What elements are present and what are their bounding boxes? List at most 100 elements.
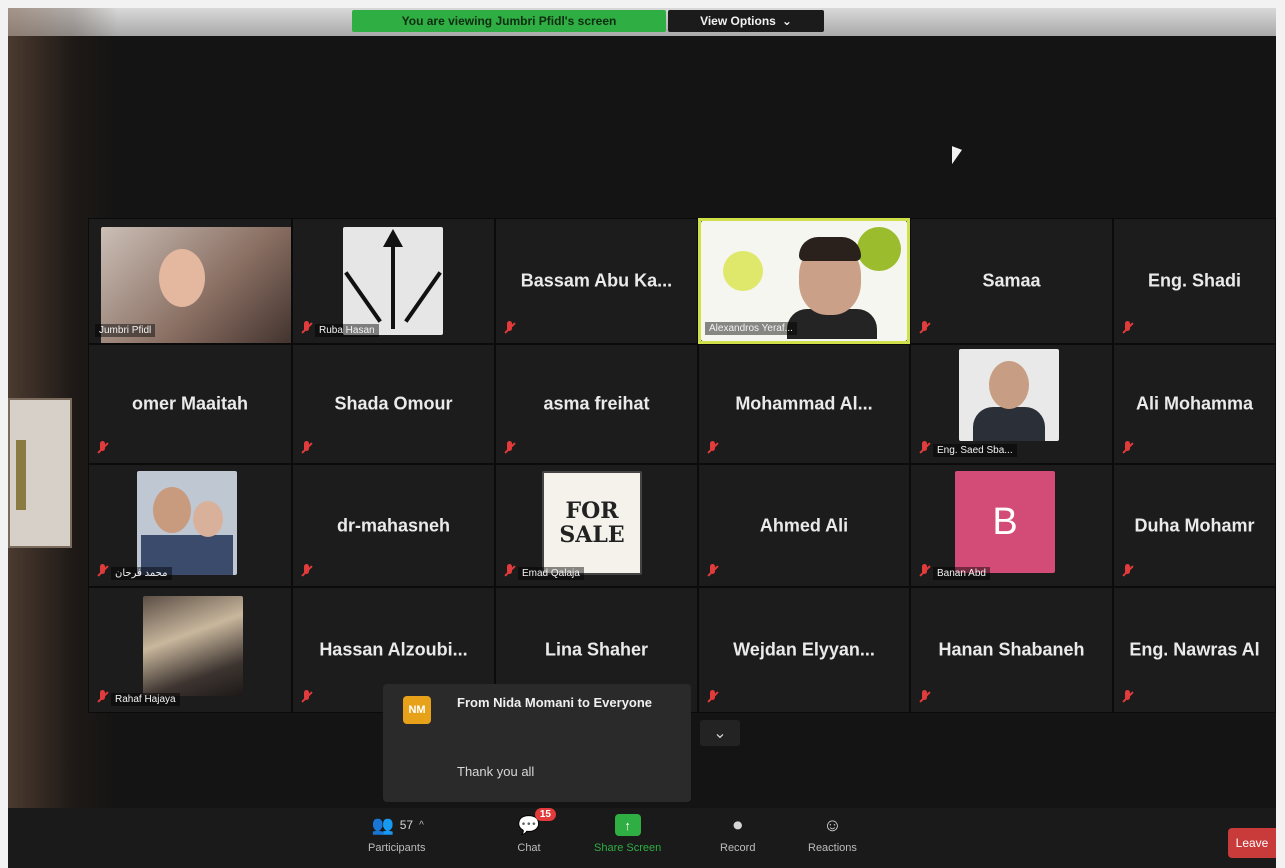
participant-name-label: Eng. Saed Sba... (933, 444, 1017, 457)
mouse-cursor-icon (952, 146, 962, 168)
participant-name: Hanan Shabaneh (938, 639, 1085, 660)
participant-name: Samaa (982, 270, 1041, 291)
participants-icon: 👥 (371, 814, 394, 835)
chat-message-text: Thank you all (457, 764, 535, 779)
participants-label: Participants (368, 842, 426, 854)
reactions-button[interactable]: ☺ Reactions (808, 814, 857, 855)
collapse-chevron-icon[interactable]: ⌄ (700, 720, 740, 746)
participant-name: Duha Mohamr (1134, 515, 1255, 535)
participant-name: Lina Shaher (544, 639, 649, 660)
participant-name-label: Alexandros Yeraf... (705, 322, 797, 335)
participant-name: omer Maaitah (131, 393, 249, 414)
chat-sender-line: From Nida Momani to Everyone (457, 695, 653, 710)
zoom-meeting-window: You are viewing Jumbri Pfidl's screen Vi… (8, 8, 1276, 868)
participant-name: asma freihat (543, 393, 650, 414)
record-label: Record (720, 842, 756, 854)
participant-tile[interactable]: Ruba Hasan (292, 218, 495, 344)
chat-bubble-icon: 💬 15 (516, 808, 556, 836)
participant-tile[interactable]: FOR SALE Emad Qalaja (495, 464, 698, 587)
participant-name-label: Jumbri Pfidl (95, 324, 156, 337)
participants-count: 57 (399, 818, 414, 832)
participant-tile[interactable]: Rahaf Hajaya (88, 587, 292, 713)
participant-profile-picture (143, 596, 243, 696)
for-sale-sign-text: FOR (565, 498, 619, 524)
shared-screen-thumbnail[interactable] (8, 398, 72, 548)
participant-name: Ali Mohamma (1135, 393, 1254, 414)
participant-tile[interactable]: Bassam Abu Ka... (495, 218, 698, 344)
share-screen-label: Share Screen (594, 842, 662, 854)
record-button[interactable]: ⏺ Record (720, 814, 756, 855)
participant-tile[interactable]: Mohammad Al... (698, 344, 910, 464)
chevron-down-icon: ⌄ (781, 14, 792, 28)
participant-name-label: Ruba Hasan (315, 324, 379, 337)
participant-name: dr-mahasneh (336, 515, 451, 535)
gallery-view-grid: Jumbri Pfidl Ruba Hasan Bassam Abu Ka...… (88, 218, 1276, 713)
chat-label: Chat (517, 842, 541, 854)
participant-name: Eng. Nawras Al (1129, 639, 1260, 660)
muted-microphone-icon (301, 321, 311, 335)
participant-avatar: B (955, 471, 1055, 573)
view-options-label: View Options (700, 14, 776, 28)
muted-microphone-icon (301, 441, 311, 455)
chat-unread-badge: 15 (534, 808, 556, 821)
share-screen-button[interactable]: ↑ Share Screen (594, 814, 661, 854)
muted-microphone-icon (919, 564, 929, 578)
muted-microphone-icon (1122, 564, 1132, 578)
avatar-initial: B (992, 500, 1018, 543)
participant-profile-picture (343, 227, 443, 335)
participants-button[interactable]: 👥 57 ^ Participants (368, 814, 426, 855)
participant-tile[interactable]: Ali Mohamma (1113, 344, 1276, 464)
share-screen-icon: ↑ (614, 814, 641, 836)
chat-button[interactable]: 💬 15 Chat (516, 808, 556, 854)
muted-microphone-icon (919, 441, 929, 455)
muted-microphone-icon (1122, 690, 1132, 704)
participant-tile[interactable]: Eng. Nawras Al (1113, 587, 1276, 713)
muted-microphone-icon (919, 690, 929, 704)
muted-microphone-icon (919, 321, 929, 335)
muted-microphone-icon (97, 564, 107, 578)
participant-name: Wejdan Elyyan... (733, 639, 875, 660)
chat-sender-avatar: NM (403, 696, 431, 724)
muted-microphone-icon (504, 441, 514, 455)
participant-tile[interactable]: B Banan Abd (910, 464, 1113, 587)
participants-caret-icon[interactable]: ^ (419, 820, 424, 831)
for-sale-sign-text: SALE (559, 522, 625, 548)
muted-microphone-icon (504, 321, 514, 335)
participant-tile[interactable]: Jumbri Pfidl (88, 218, 292, 344)
participant-tile[interactable]: Hanan Shabaneh (910, 587, 1113, 713)
muted-microphone-icon (504, 564, 514, 578)
participant-tile[interactable]: Wejdan Elyyan... (698, 587, 910, 713)
participant-tile[interactable]: Eng. Shadi (1113, 218, 1276, 344)
chat-notification-popup[interactable]: NM From Nida Momani to Everyone Thank yo… (383, 684, 691, 802)
screen-share-banner: You are viewing Jumbri Pfidl's screen (352, 10, 666, 32)
muted-microphone-icon (1122, 441, 1132, 455)
participant-name-label: محمد فرحان (111, 567, 172, 580)
participant-name-label: Banan Abd (933, 567, 990, 580)
muted-microphone-icon (1122, 321, 1132, 335)
leave-meeting-button[interactable]: Leave (1228, 828, 1276, 858)
participant-tile[interactable]: dr-mahasneh (292, 464, 495, 587)
participant-profile-picture (137, 471, 237, 575)
participant-name: Mohammad Al... (735, 393, 873, 414)
muted-microphone-icon (707, 564, 717, 578)
participant-name: Bassam Abu Ka... (520, 270, 673, 291)
muted-microphone-icon (97, 441, 107, 455)
participant-tile[interactable]: Samaa (910, 218, 1113, 344)
view-options-button[interactable]: View Options ⌄ (668, 10, 824, 32)
participant-tile[interactable]: Duha Mohamr (1113, 464, 1276, 587)
participant-tile[interactable]: Shada Omour (292, 344, 495, 464)
participant-name: Eng. Shadi (1147, 270, 1241, 291)
participant-profile-picture: FOR SALE (542, 471, 642, 575)
participant-tile[interactable]: asma freihat (495, 344, 698, 464)
participant-tile[interactable]: محمد فرحان (88, 464, 292, 587)
muted-microphone-icon (707, 441, 717, 455)
active-speaker-tile[interactable]: Alexandros Yeraf... (698, 218, 910, 344)
participant-tile[interactable]: omer Maaitah (88, 344, 292, 464)
reactions-label: Reactions (808, 842, 857, 854)
record-icon: ⏺ (733, 814, 743, 835)
participant-tile[interactable]: Ahmed Ali (698, 464, 910, 587)
participant-tile[interactable]: Eng. Saed Sba... (910, 344, 1113, 464)
participant-name-label: Emad Qalaja (518, 567, 584, 580)
participant-name: Shada Omour (334, 393, 453, 414)
reactions-icon: ☺ (823, 814, 842, 835)
